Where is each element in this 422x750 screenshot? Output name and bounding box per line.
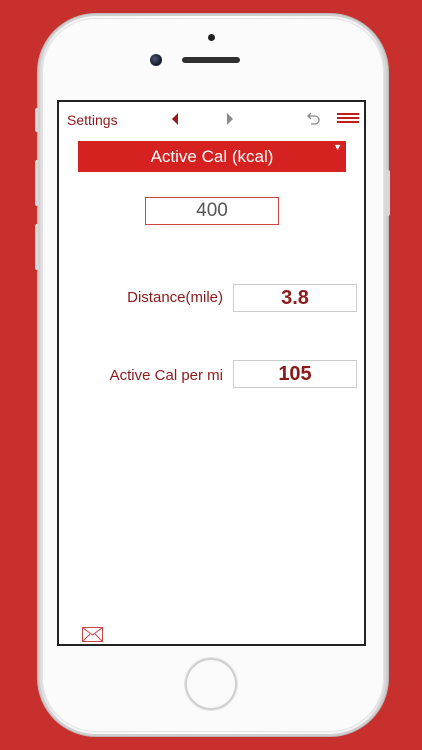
home-button[interactable] xyxy=(185,658,237,710)
volume-down-button xyxy=(35,224,39,270)
hamburger-menu-icon[interactable] xyxy=(337,113,359,123)
settings-button[interactable]: Settings xyxy=(67,112,118,128)
app-screen: Settings Active Cal (kcal) ▼ 400 Distanc… xyxy=(57,100,366,646)
distance-label: Distance(mile) xyxy=(127,289,223,306)
measure-select[interactable]: Active Cal (kcal) ▼ xyxy=(78,141,346,172)
measure-select-value: Active Cal (kcal) xyxy=(150,147,274,166)
top-toolbar: Settings xyxy=(59,102,364,138)
chevron-down-icon: ▼ xyxy=(333,142,342,152)
earpiece-speaker xyxy=(182,57,240,63)
power-button xyxy=(386,170,390,216)
mail-icon[interactable] xyxy=(82,627,103,642)
triangle-left-icon[interactable] xyxy=(172,113,178,125)
distance-value: 3.8 xyxy=(233,284,357,312)
calories-input[interactable]: 400 xyxy=(145,197,279,225)
undo-icon[interactable] xyxy=(305,111,321,127)
front-camera xyxy=(150,54,162,66)
triangle-right-icon[interactable] xyxy=(227,113,233,125)
proximity-sensor xyxy=(208,34,215,41)
mute-switch xyxy=(35,108,39,132)
active-cal-per-mile-value: 105 xyxy=(233,360,357,388)
active-cal-per-mile-label: Active Cal per mi xyxy=(109,367,223,384)
volume-up-button xyxy=(35,160,39,206)
